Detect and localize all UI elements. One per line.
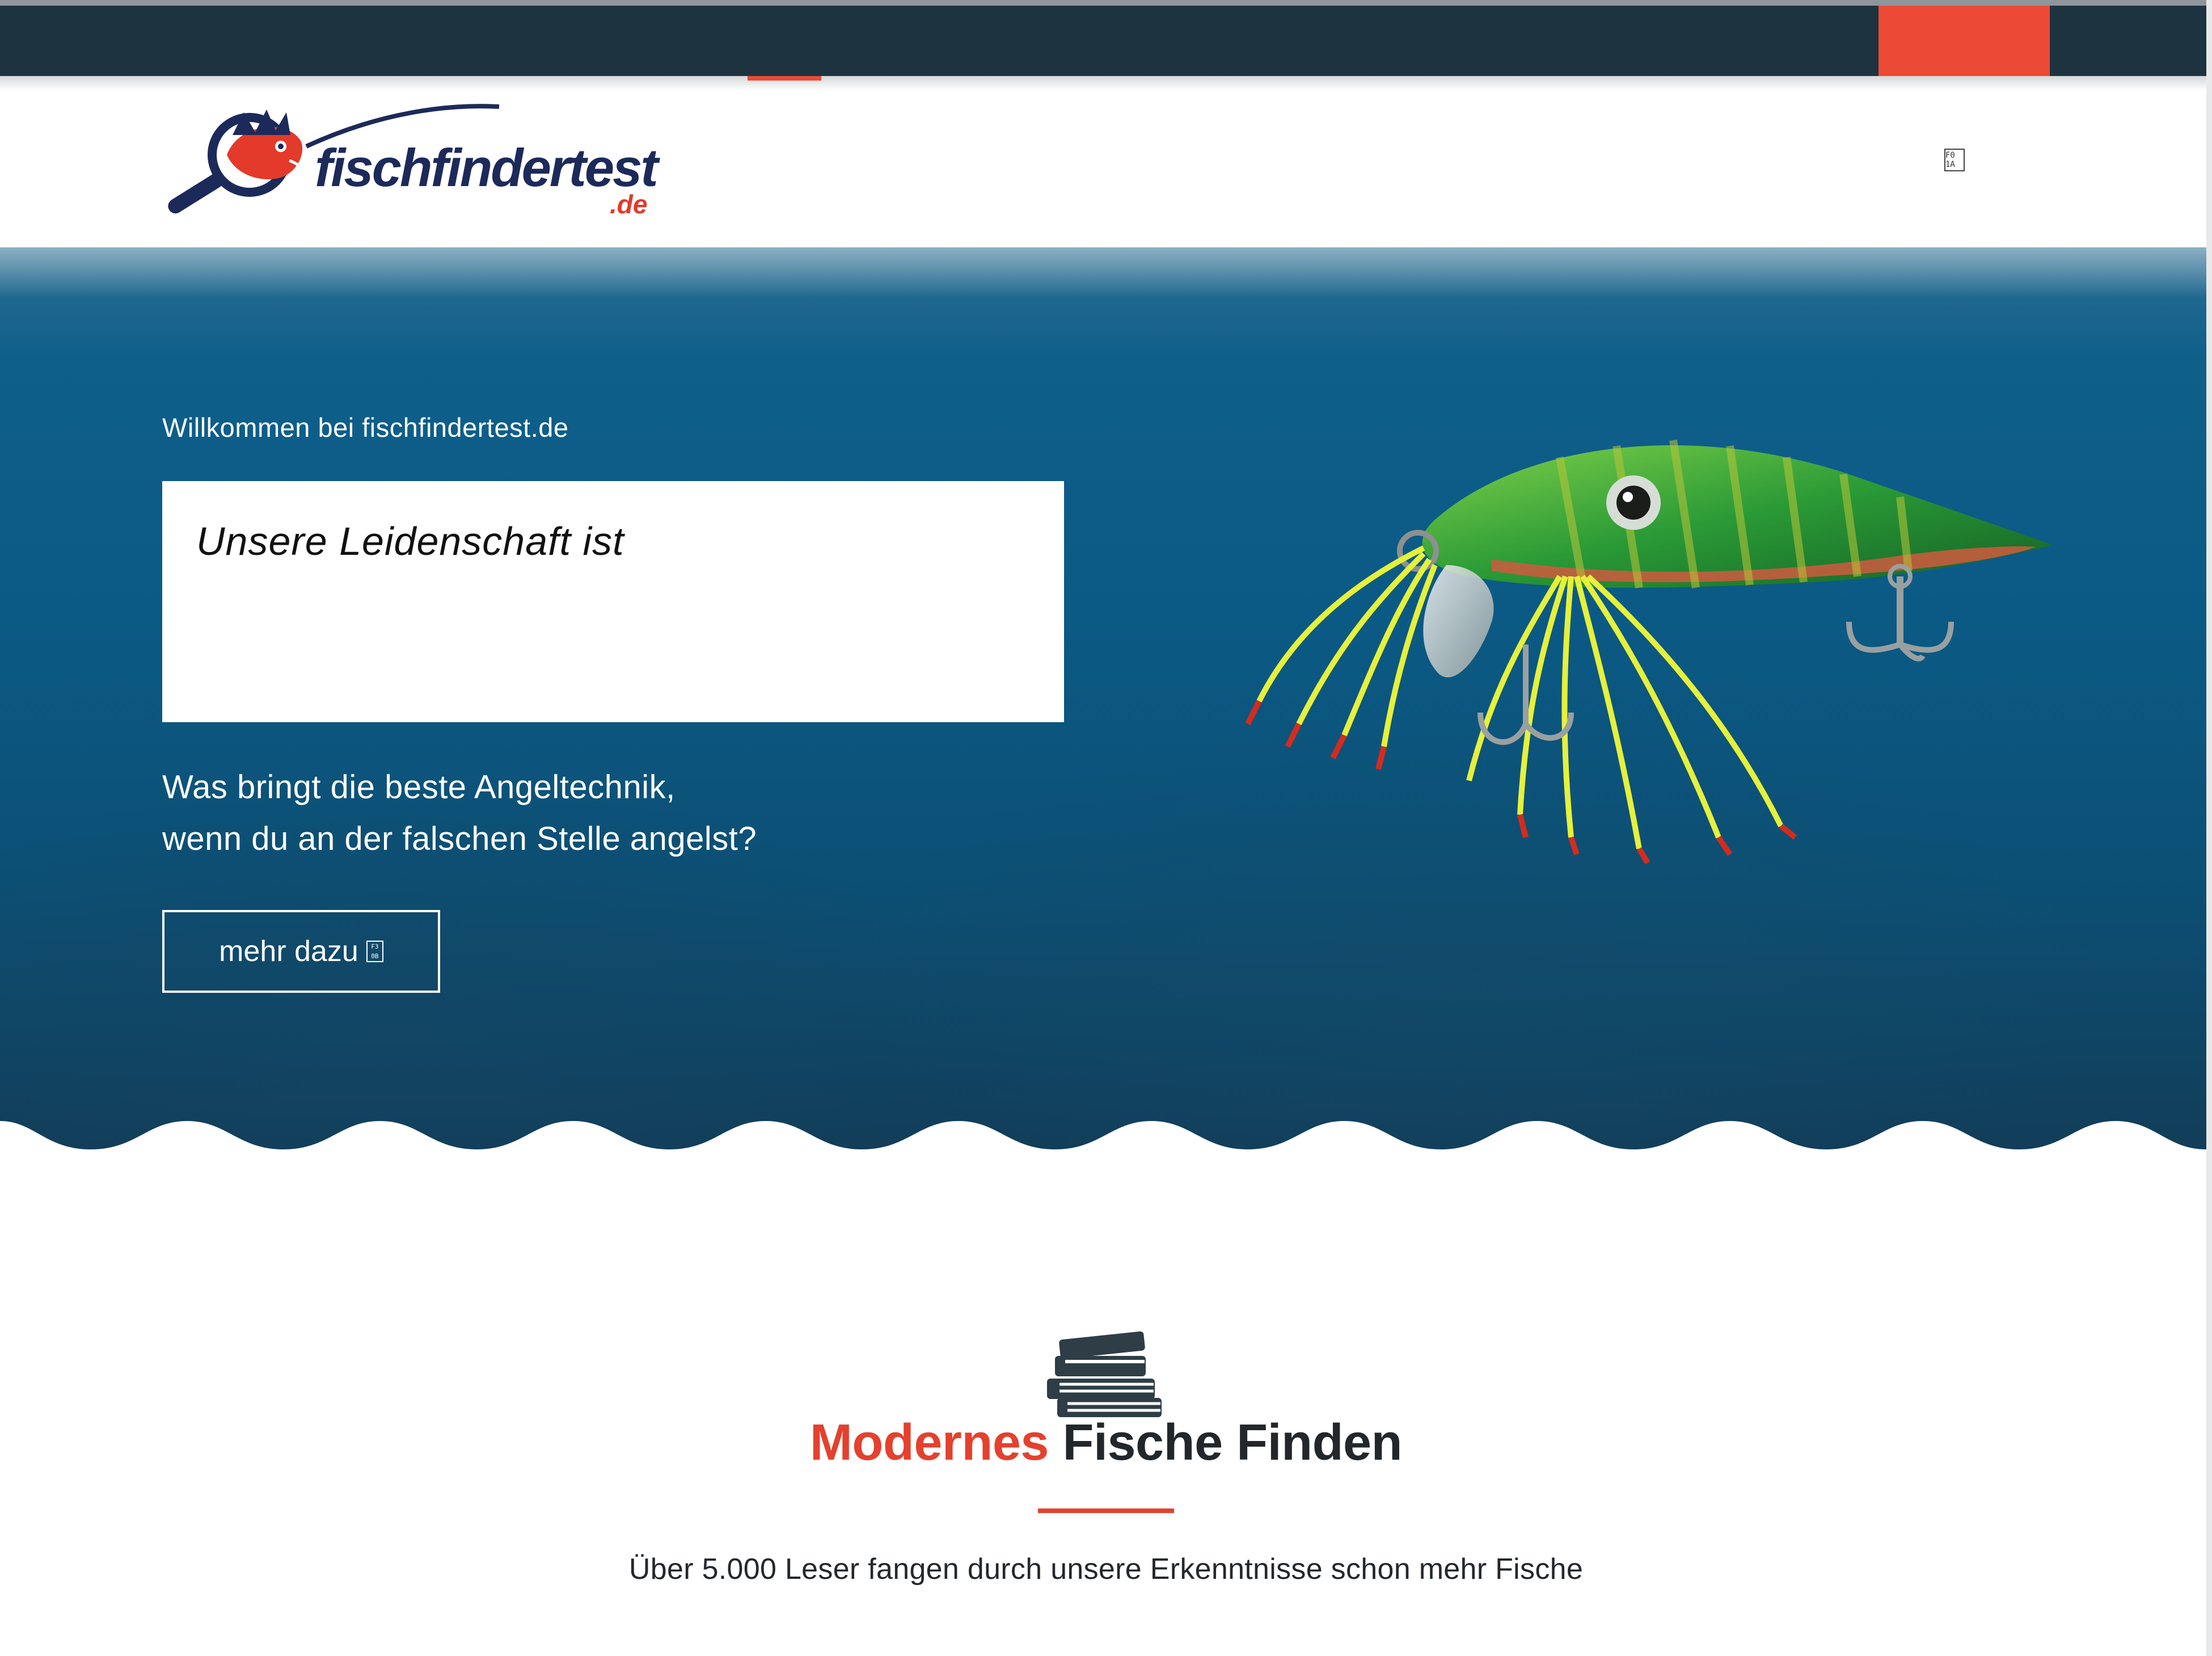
top-bar-accent-button[interactable]	[1878, 6, 2050, 76]
hero-question: Was bringt die beste Angeltechnik, wenn …	[162, 761, 1126, 865]
more-info-button[interactable]: mehr dazu F3 0B	[162, 910, 440, 993]
scrollbar-track[interactable]	[2206, 0, 2212, 1656]
hero-welcome-text: Willkommen bei fischfindertest.de	[162, 412, 569, 443]
section-title-highlight: Modernes	[809, 1414, 1049, 1471]
hero-passion-text: Unsere Leidenschaft ist	[196, 519, 624, 563]
books-icon	[1047, 1331, 1162, 1417]
browser-top-line	[0, 0, 2212, 6]
wave-divider	[0, 1121, 2206, 1166]
hero-top-fade	[0, 247, 2206, 298]
hero-question-line-2: wenn du an der falschen Stelle angelst?	[162, 820, 757, 857]
top-bar-shadow	[0, 76, 2206, 91]
site-logo[interactable]: fischfindertest .de	[164, 101, 664, 226]
section-subtitle: Über 5.000 Leser fangen durch unsere Erk…	[628, 1553, 1584, 1586]
fishing-lure-image	[1245, 439, 2053, 865]
section-title-rest: Fische Finden	[1049, 1414, 1403, 1471]
site-header: fischfindertest .de F0 1A	[0, 91, 2206, 247]
hamburger-menu-icon[interactable]: F0 1A	[1944, 149, 1965, 171]
svg-text:.de: .de	[610, 189, 647, 219]
more-info-button-label: mehr dazu	[219, 935, 358, 968]
svg-text:fischfindertest: fischfindertest	[315, 138, 660, 197]
hero-passion-box: Unsere Leidenschaft ist	[162, 481, 1064, 722]
nav-active-indicator	[748, 76, 821, 81]
hero-question-line-1: Was bringt die beste Angeltechnik,	[162, 769, 676, 806]
section-divider	[1038, 1508, 1174, 1513]
hero-section: Willkommen bei fischfindertest.de Unsere…	[0, 247, 2206, 1166]
arrow-right-icon: F3 0B	[366, 941, 383, 962]
section-title: Modernes Fische Finden	[0, 1414, 2212, 1472]
top-bar	[0, 6, 2206, 76]
